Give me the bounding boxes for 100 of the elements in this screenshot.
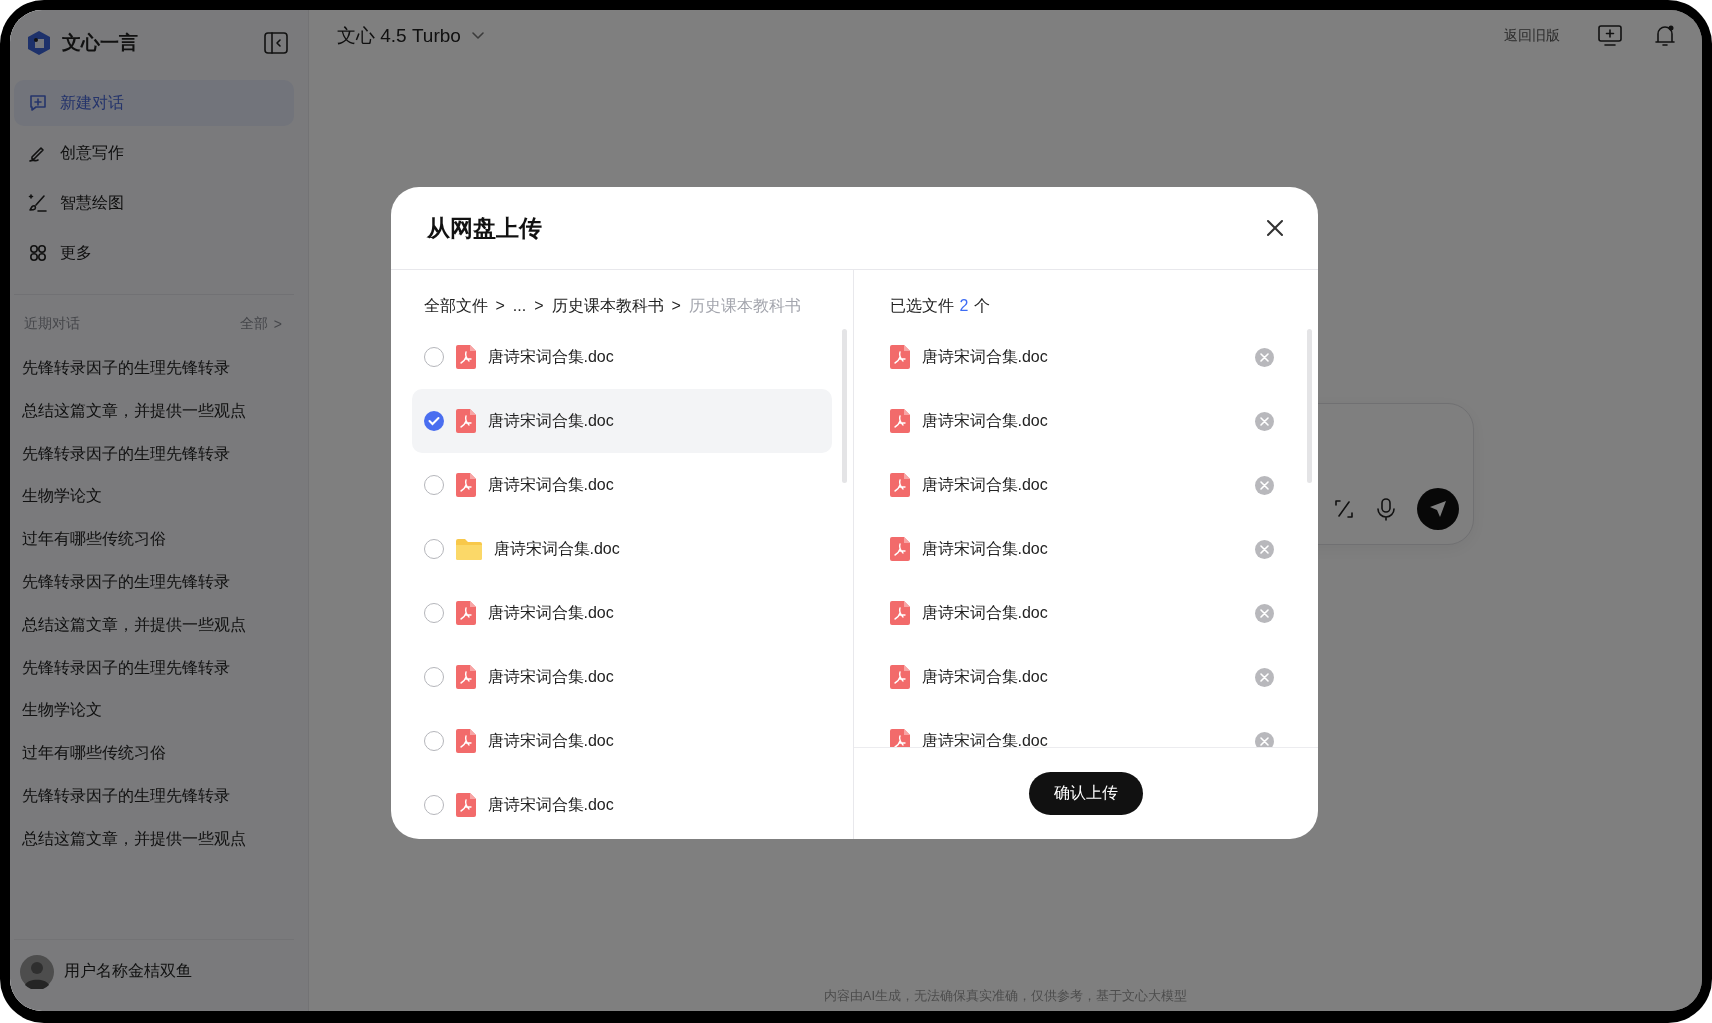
remove-icon[interactable] [1254,411,1274,431]
scrollbar-thumb[interactable] [841,329,847,483]
selected-count: 2 [959,297,969,315]
file-name: 唐诗宋词合集.doc [921,474,1049,495]
breadcrumb-separator: > [534,297,544,315]
file-name: 唐诗宋词合集.doc [921,346,1049,367]
collapse-sidebar-icon[interactable] [264,32,288,54]
file-name: 唐诗宋词合集.doc [487,474,615,495]
pdf-file-icon [889,345,910,369]
logo-icon [26,30,52,56]
remove-icon[interactable] [1254,731,1274,747]
file-row[interactable]: 唐诗宋词合集.doc [411,709,832,773]
radio-button[interactable] [423,411,444,431]
file-name: 唐诗宋词合集.doc [487,602,615,623]
new-screen-icon[interactable] [1598,25,1622,47]
app-name: 文心一言 [62,31,139,55]
back-to-old-version-link[interactable]: 返回旧版 [1504,27,1560,45]
file-name: 唐诗宋词合集.doc [921,410,1049,431]
breadcrumb-separator: > [671,297,681,315]
remove-icon[interactable] [1254,539,1274,559]
radio-button[interactable] [423,475,444,495]
recent-chat-item[interactable]: 总结这篇文章，并提供一些观点 [14,603,294,647]
nav-item[interactable]: 新建对话 [14,80,294,126]
pdf-file-icon [455,729,476,753]
file-name: 唐诗宋词合集.doc [487,794,615,815]
recent-chat-item[interactable]: 先锋转录因子的生理先锋转录 [14,774,294,818]
bell-icon[interactable] [1654,24,1676,48]
file-name: 唐诗宋词合集.doc [493,538,621,559]
pdf-file-icon [455,665,476,689]
user-avatar [20,954,54,989]
breadcrumb-item[interactable]: ... [512,297,527,315]
dialog-title: 从网盘上传 [426,213,542,243]
nav-item[interactable]: 更多 [14,230,294,276]
recent-chat-item[interactable]: 总结这篇文章，并提供一些观点 [14,817,294,861]
pdf-file-icon [455,409,476,433]
model-selector[interactable]: 文心 4.5 Turbo [337,23,461,49]
folder-icon [455,538,482,560]
breadcrumb-item[interactable]: 全部文件 [423,295,488,317]
shortcut-icon[interactable] [1332,498,1355,520]
breadcrumb-item[interactable]: 历史课本教科书 [551,295,664,317]
file-row[interactable]: 唐诗宋词合集.doc [411,581,832,645]
recent-chat-item[interactable]: 生物学论文 [14,689,294,733]
confirm-upload-button[interactable]: 确认上传 [1028,772,1143,815]
new-chat-icon [28,93,48,113]
radio-button[interactable] [423,347,444,367]
recent-chat-item[interactable]: 过年有哪些传统习俗 [14,518,294,561]
file-row[interactable]: 唐诗宋词合集.doc [411,773,832,837]
radio-button[interactable] [423,667,444,687]
pdf-file-icon [455,345,476,369]
recent-chat-item[interactable]: 总结这篇文章，并提供一些观点 [14,389,294,433]
recent-chat-item[interactable]: 先锋转录因子的生理先锋转录 [14,432,294,476]
brush-icon [28,193,48,213]
file-name: 唐诗宋词合集.doc [921,602,1049,623]
recent-chat-item[interactable]: 过年有哪些传统习俗 [14,732,294,775]
scrollbar-thumb[interactable] [1306,329,1312,483]
check-icon [427,416,440,426]
nav-item[interactable]: 智慧绘图 [14,180,294,226]
microphone-icon[interactable] [1374,497,1397,521]
file-row[interactable]: 唐诗宋词合集.doc [411,453,832,517]
file-name: 唐诗宋词合集.doc [487,346,615,367]
pdf-file-icon [455,793,476,817]
pdf-file-icon [889,537,910,561]
recent-chat-item[interactable]: 先锋转录因子的生理先锋转录 [14,561,294,604]
nav-item[interactable]: 创意写作 [14,130,294,176]
pdf-file-icon [889,665,910,689]
recent-chat-item[interactable]: 先锋转录因子的生理先锋转录 [14,646,294,690]
breadcrumb-separator: > [495,297,505,315]
pdf-file-icon [455,601,476,625]
remove-icon[interactable] [1254,475,1274,495]
pdf-file-icon [455,473,476,497]
file-name: 唐诗宋词合集.doc [487,410,615,431]
file-name: 唐诗宋词合集.doc [921,666,1049,687]
pdf-file-icon [889,729,910,747]
recent-chat-item[interactable]: 生物学论文 [14,475,294,519]
radio-button[interactable] [423,795,444,815]
file-name: 唐诗宋词合集.doc [921,730,1049,747]
file-row[interactable]: 唐诗宋词合集.doc [411,325,832,389]
file-row[interactable]: 唐诗宋词合集.doc [411,517,832,581]
radio-button[interactable] [423,539,444,559]
radio-button[interactable] [423,731,444,751]
recent-chat-item[interactable]: 先锋转录因子的生理先锋转录 [14,347,294,390]
remove-icon[interactable] [1254,667,1274,687]
user-name: 用户名称金桔双鱼 [64,961,192,981]
send-button[interactable] [1416,488,1459,530]
pdf-file-icon [889,473,910,497]
selected-files-label: 已选文件 [889,295,954,316]
grid-icon [28,243,48,263]
breadcrumb-item[interactable]: 历史课本教科书 [688,295,801,317]
file-row[interactable]: 唐诗宋词合集.doc [411,645,832,709]
remove-icon[interactable] [1254,603,1274,623]
chevron-down-icon[interactable] [470,31,485,41]
file-row[interactable]: 唐诗宋词合集.doc [411,389,832,453]
file-name: 唐诗宋词合集.doc [487,666,615,687]
file-name: 唐诗宋词合集.doc [487,730,615,751]
count-unit: 个 [974,295,991,316]
remove-icon[interactable] [1254,347,1274,367]
pdf-file-icon [889,601,910,625]
radio-button[interactable] [423,603,444,623]
file-name: 唐诗宋词合集.doc [921,538,1049,559]
pdf-file-icon [889,409,910,433]
